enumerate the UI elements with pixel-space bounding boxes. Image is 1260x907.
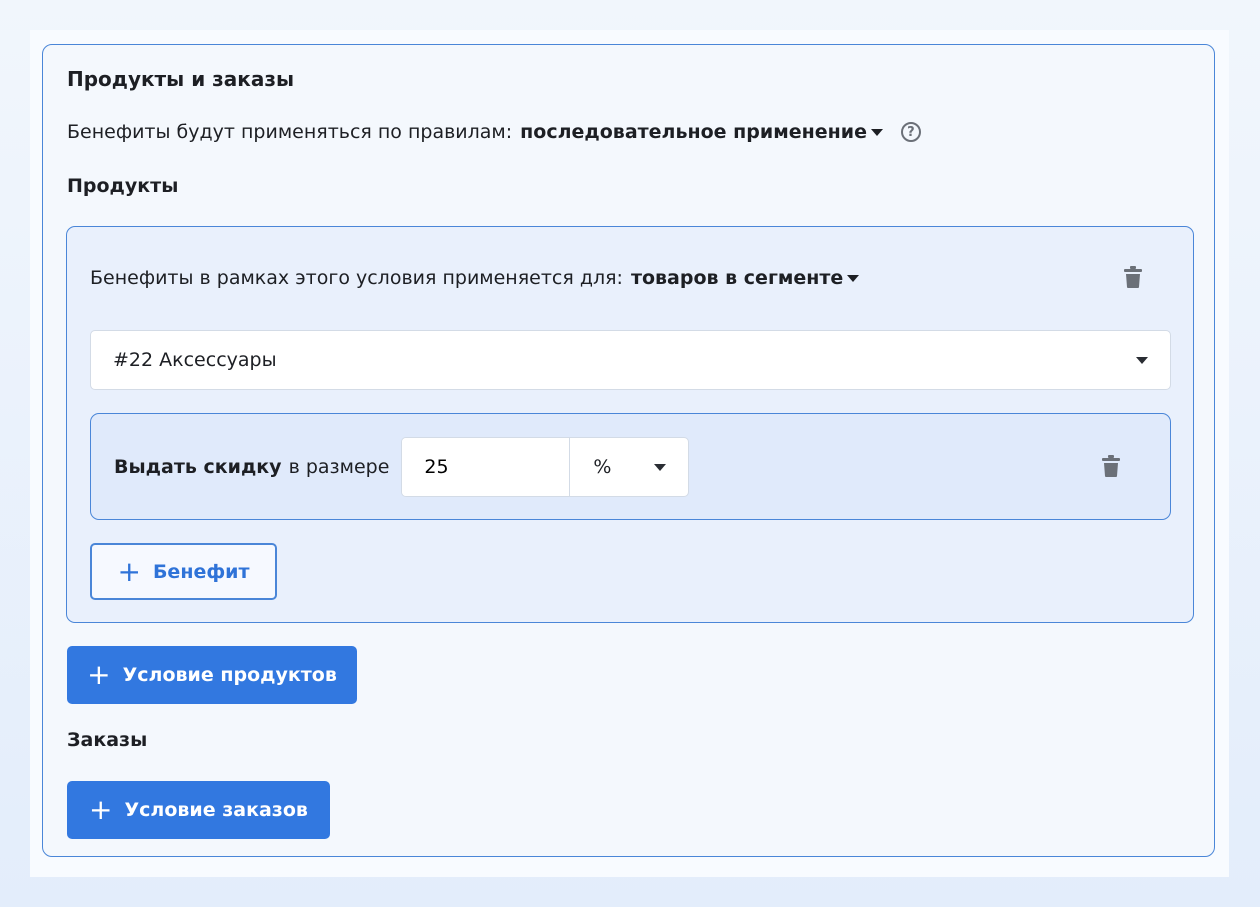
help-icon[interactable]: ? <box>900 122 921 142</box>
panel-title: Продукты и заказы <box>67 67 295 91</box>
add-order-condition-label: Условие заказов <box>124 799 308 821</box>
condition-scope-dropdown[interactable]: товаров в сегменте <box>630 267 860 289</box>
product-condition-card: Бенефиты в рамках этого условия применяе… <box>66 226 1194 623</box>
discount-amount-group: % <box>401 437 690 497</box>
products-and-orders-panel: Продукты и заказы Бенефиты будут применя… <box>42 44 1215 857</box>
trash-icon <box>1102 455 1120 477</box>
products-heading: Продукты <box>67 175 179 197</box>
condition-prefix: Бенефиты в рамках этого условия применяе… <box>90 267 623 289</box>
plus-icon: + <box>89 793 113 826</box>
caret-down-icon <box>870 128 883 136</box>
add-product-condition-button[interactable]: + Условие продуктов <box>67 646 357 704</box>
rules-mode-dropdown[interactable]: последовательное применение <box>520 121 883 143</box>
plus-icon: + <box>117 554 141 588</box>
discount-amount-input[interactable] <box>402 438 571 496</box>
rules-mode-value: последовательное применение <box>520 121 867 143</box>
segment-select[interactable]: #22 Аксессуары <box>90 330 1171 390</box>
sheet: Продукты и заказы Бенефиты будут применя… <box>30 30 1229 877</box>
benefit-middle-text: в размере <box>288 456 390 478</box>
chevron-down-icon <box>654 464 667 471</box>
benefit-card: Выдать скидку в размере % <box>90 413 1171 520</box>
orders-heading: Заказы <box>67 729 148 751</box>
condition-scope-value: товаров в сегменте <box>630 267 844 289</box>
caret-down-icon <box>847 274 860 282</box>
benefit-action: Выдать скидку <box>114 456 282 478</box>
add-order-condition-button[interactable]: + Условие заказов <box>67 781 330 839</box>
add-benefit-button[interactable]: + Бенефит <box>90 543 277 600</box>
rules-prefix: Бенефиты будут применяться по правилам: <box>67 121 513 143</box>
benefit-row: Выдать скидку в размере % <box>114 437 690 497</box>
trash-icon <box>1124 266 1142 288</box>
add-benefit-label: Бенефит <box>152 560 250 583</box>
segment-select-value: #22 Аксессуары <box>113 349 277 371</box>
delete-condition-button[interactable] <box>1124 266 1142 288</box>
add-product-condition-label: Условие продуктов <box>122 664 337 686</box>
discount-unit-value: % <box>593 456 612 478</box>
discount-unit-select[interactable]: % <box>570 438 688 496</box>
plus-icon: + <box>87 658 111 691</box>
chevron-down-icon <box>1136 357 1148 364</box>
rules-line: Бенефиты будут применяться по правилам: … <box>67 121 921 143</box>
condition-scope-line: Бенефиты в рамках этого условия применяе… <box>90 267 860 289</box>
delete-benefit-button[interactable] <box>1102 455 1120 477</box>
